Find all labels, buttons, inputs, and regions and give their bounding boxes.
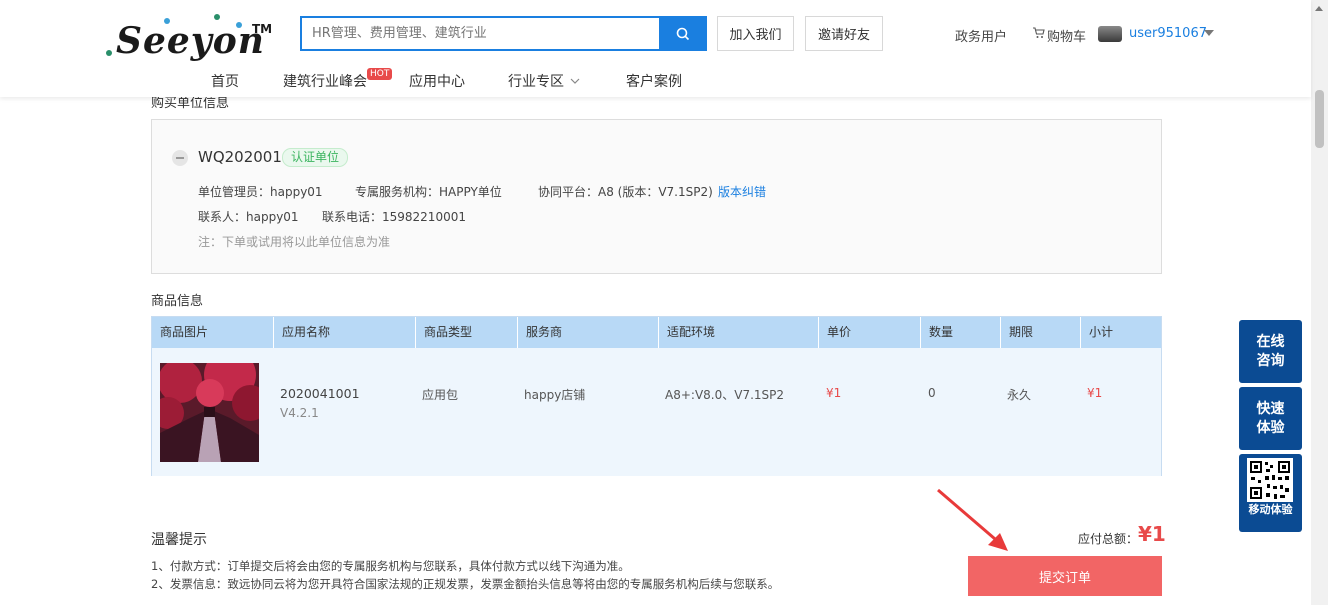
total-amount: ¥1 — [1138, 522, 1166, 546]
collapse-icon[interactable] — [172, 150, 188, 166]
search-icon — [676, 27, 690, 40]
gov-user-link[interactable]: 政务用户 — [955, 26, 1007, 45]
org-name: WQ202001 — [198, 148, 282, 166]
unit-price: ¥1 — [826, 386, 842, 400]
buyer-info-panel: WQ202001 认证单位 单位管理员：happy01 专属服务机构：HAPPY… — [151, 119, 1162, 274]
tips-title: 温馨提示 — [151, 532, 207, 548]
qr-code-icon — [1247, 458, 1293, 502]
product-section-title: 商品信息 — [151, 294, 204, 309]
quick-trial-label: 快速体验 — [1256, 400, 1285, 436]
mobile-trial-label: 移动体验 — [1248, 503, 1293, 516]
product-image[interactable] — [160, 363, 259, 462]
cart-link[interactable]: 购物车 — [1047, 26, 1086, 45]
app-version: V4.2.1 — [280, 406, 319, 420]
annotation-arrow-icon — [937, 488, 1008, 551]
period: 永久 — [1007, 388, 1032, 402]
nav-customer-cases[interactable]: 客户案例 — [626, 71, 682, 91]
search-button[interactable] — [659, 16, 707, 51]
col-environment: 适配环境 — [659, 317, 819, 348]
org-contact: 联系人：happy01 — [198, 210, 299, 224]
nav-home[interactable]: 首页 — [211, 71, 239, 91]
search-input[interactable] — [300, 16, 660, 51]
user-dropdown-icon[interactable] — [1204, 30, 1214, 36]
org-note: 注：下单或试用将以此单位信息为准 — [198, 235, 391, 249]
join-us-button[interactable]: 加入我们 — [717, 16, 794, 51]
nav-industry-zone[interactable]: 行业专区 — [508, 71, 564, 91]
org-admin: 单位管理员：happy01 — [198, 185, 323, 199]
avatar[interactable] — [1098, 26, 1122, 42]
col-product-image: 商品图片 — [152, 317, 274, 348]
invite-friends-button[interactable]: 邀请好友 — [805, 16, 883, 51]
scroll-up-icon[interactable] — [1315, 6, 1323, 11]
logo-tm: TM — [252, 22, 273, 36]
logo-text: Seeyon — [116, 20, 265, 62]
total-label: 应付总额： — [1078, 532, 1139, 546]
nav-construction-summit[interactable]: 建筑行业峰会 — [283, 71, 367, 91]
page-scrollbar[interactable] — [1311, 0, 1328, 605]
mobile-trial-button[interactable]: 移动体验 — [1239, 454, 1302, 532]
vendor: happy店铺 — [524, 388, 586, 402]
product-type: 应用包 — [422, 388, 459, 402]
cart-icon[interactable] — [1032, 27, 1045, 43]
org-phone: 联系电话：15982210001 — [322, 210, 466, 224]
col-product-type: 商品类型 — [416, 317, 518, 348]
quantity: 0 — [928, 386, 936, 400]
col-app-name: 应用名称 — [274, 317, 416, 348]
site-header: Seeyon TM 加入我们 邀请好友 政务用户 购物车 user951067 … — [0, 0, 1311, 97]
col-period: 期限 — [1001, 317, 1081, 348]
submit-order-button[interactable]: 提交订单 — [968, 556, 1162, 596]
org-platform: 协同平台：A8 (版本：V7.1SP2) — [538, 185, 713, 199]
org-service-agency: 专属服务机构：HAPPY单位 — [355, 185, 502, 199]
product-table: 商品图片 应用名称 商品类型 服务商 适配环境 单价 数量 期限 小计 2020… — [151, 316, 1162, 476]
seeyon-logo[interactable]: Seeyon TM — [104, 12, 274, 62]
col-quantity: 数量 — [921, 317, 1001, 348]
hot-badge: HOT — [367, 68, 393, 80]
tip-invoice: 2、发票信息：致远协同云将为您开具符合国家法规的正规发票，发票金额抬头信息等将由… — [151, 577, 780, 591]
col-vendor: 服务商 — [518, 317, 659, 348]
subtotal: ¥1 — [1087, 386, 1103, 400]
col-subtotal: 小计 — [1089, 325, 1114, 339]
scroll-thumb[interactable] — [1315, 90, 1324, 148]
logo-dot — [106, 50, 112, 56]
online-consult-button[interactable]: 在线咨询 — [1239, 320, 1302, 383]
version-fix-link[interactable]: 版本纠错 — [718, 183, 766, 200]
col-unit-price: 单价 — [819, 317, 921, 348]
quick-trial-button[interactable]: 快速体验 — [1239, 387, 1302, 450]
table-header: 商品图片 应用名称 商品类型 服务商 适配环境 单价 数量 期限 小计 — [152, 317, 1161, 348]
app-name[interactable]: 2020041001 — [280, 386, 360, 401]
chevron-down-icon — [570, 74, 580, 89]
online-consult-label: 在线咨询 — [1256, 333, 1285, 369]
environment: A8+:V8.0、V7.1SP2 — [665, 388, 785, 402]
table-row: 2020041001 V4.2.1 应用包 happy店铺 A8+:V8.0、V… — [152, 348, 1161, 476]
certified-badge: 认证单位 — [282, 148, 349, 167]
tip-payment: 1、付款方式：订单提交后将会由您的专属服务机构与您联系，具体付款方式以线下沟通为… — [151, 559, 630, 573]
nav-app-center[interactable]: 应用中心 — [409, 71, 465, 91]
username[interactable]: user951067 — [1129, 26, 1207, 41]
